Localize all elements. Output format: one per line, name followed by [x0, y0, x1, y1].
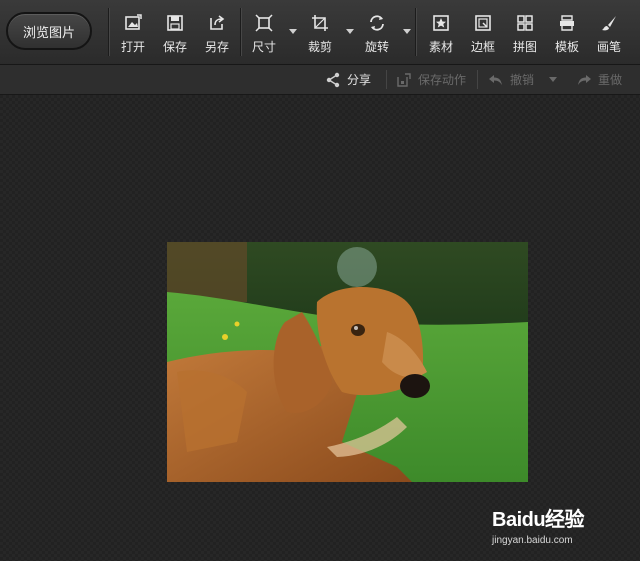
brush-icon [602, 16, 616, 31]
editor-canvas[interactable] [0, 95, 640, 561]
baidu-watermark: Baidu经验 jingyan.baidu.com [488, 493, 638, 553]
frame-icon [475, 15, 491, 31]
photo-image [167, 242, 528, 482]
resize-dropdown-icon[interactable] [289, 29, 297, 34]
save-as-label: 另存 [204, 40, 229, 54]
sticker-label: 素材 [428, 40, 453, 54]
collage-button[interactable]: 拼图 [505, 10, 545, 56]
save-as-button[interactable]: 另存 [197, 10, 237, 56]
crop-button[interactable]: 裁剪 [300, 10, 340, 56]
frame-label: 边框 [470, 40, 495, 54]
crop-dropdown-icon[interactable] [346, 29, 354, 34]
undo-label: 撤销 [510, 73, 535, 87]
save-button[interactable]: 保存 [155, 10, 195, 56]
brush-label: 画笔 [596, 40, 621, 54]
action-bar-divider [386, 70, 387, 89]
open-label: 打开 [120, 40, 145, 54]
save-action-icon [397, 72, 411, 87]
template-icon [560, 15, 574, 31]
toolbar-divider [108, 8, 110, 56]
browse-images-button[interactable]: 浏览图片 [6, 12, 92, 50]
undo-button[interactable]: 撤销 [488, 71, 534, 88]
template-button[interactable]: 模板 [547, 10, 587, 56]
crop-icon [312, 15, 328, 31]
brush-button[interactable]: 画笔 [589, 10, 629, 56]
main-toolbar: 浏览图片 打开 保存 另存 尺寸 裁剪 旋转 素材 边框 拼图 模板 画笔 [0, 0, 640, 65]
sticker-button[interactable]: 素材 [421, 10, 461, 56]
watermark-brand: Baidu经验 [492, 509, 585, 531]
share-label: 分享 [347, 73, 372, 87]
undo-icon [489, 74, 502, 85]
toolbar-divider [415, 8, 417, 56]
dog-photo[interactable] [167, 242, 528, 482]
collage-label: 拼图 [512, 40, 537, 54]
redo-label: 重做 [598, 73, 623, 87]
frame-button[interactable]: 边框 [463, 10, 503, 56]
action-bar-divider [477, 70, 478, 89]
save-action-button[interactable]: 保存动作 [396, 71, 466, 88]
template-label: 模板 [554, 40, 579, 54]
rotate-label: 旋转 [364, 40, 389, 54]
resize-icon [255, 14, 273, 32]
rotate-dropdown-icon[interactable] [403, 29, 411, 34]
save-action-label: 保存动作 [418, 73, 467, 87]
rotate-icon [370, 15, 384, 31]
sticker-icon [433, 15, 449, 31]
open-image-icon [125, 14, 142, 30]
redo-icon [578, 74, 591, 85]
share-icon [326, 72, 340, 87]
save-label: 保存 [162, 40, 187, 54]
watermark-url: jingyan.baidu.com [492, 535, 573, 546]
crop-label: 裁剪 [307, 40, 332, 54]
save-as-icon [210, 15, 225, 30]
save-icon [167, 15, 183, 31]
redo-button[interactable]: 重做 [576, 71, 622, 88]
open-button[interactable]: 打开 [113, 10, 153, 56]
undo-dropdown-icon[interactable] [549, 77, 557, 82]
rotate-button[interactable]: 旋转 [357, 10, 397, 56]
resize-label: 尺寸 [251, 40, 276, 54]
action-bar [0, 65, 640, 95]
collage-icon [517, 15, 533, 31]
toolbar-divider [240, 8, 242, 56]
share-button[interactable]: 分享 [325, 71, 371, 88]
resize-button[interactable]: 尺寸 [244, 10, 284, 56]
